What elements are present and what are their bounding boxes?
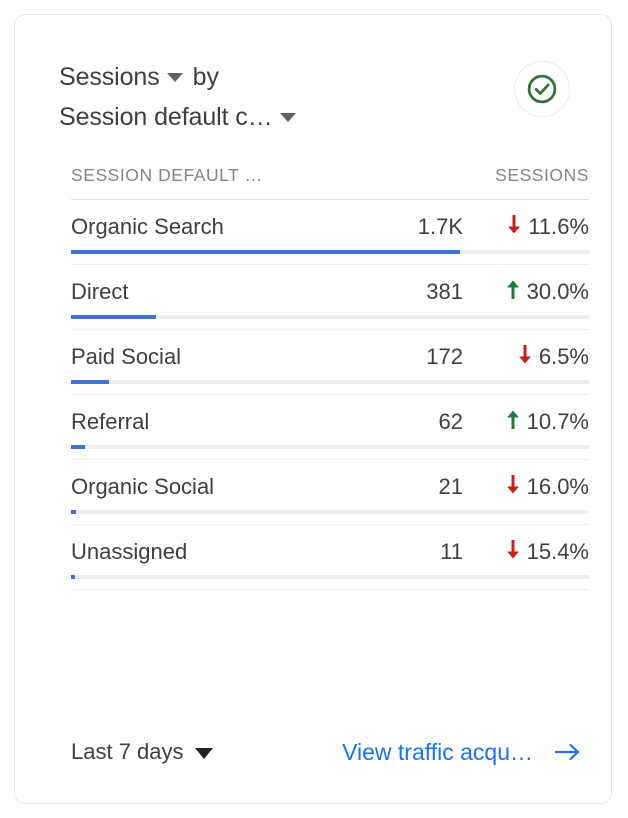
table-row[interactable]: Organic Search 1.7K 11.6% bbox=[71, 200, 589, 265]
metric-selector-label[interactable]: Sessions bbox=[59, 63, 160, 91]
row-dimension-label: Referral bbox=[71, 408, 150, 434]
row-sessions-value: 381 bbox=[426, 278, 463, 304]
column-header-dimension[interactable]: SESSION DEFAULT … bbox=[71, 165, 495, 186]
chevron-down-icon[interactable] bbox=[166, 72, 183, 82]
chevron-down-icon bbox=[194, 747, 213, 759]
table-row-main: Organic Search 1.7K 11.6% bbox=[71, 200, 589, 250]
arrow-down-icon bbox=[518, 344, 532, 369]
check-circle-icon bbox=[527, 74, 557, 104]
row-delta-value: 10.7% bbox=[526, 408, 589, 434]
table-row-main: Organic Social 21 16.0% bbox=[71, 460, 589, 510]
row-delta: 10.7% bbox=[463, 409, 589, 435]
row-dimension-label: Organic Social bbox=[71, 473, 215, 499]
row-bar-track bbox=[71, 510, 589, 514]
table-row[interactable]: Organic Social 21 16.0% bbox=[71, 460, 589, 525]
row-sessions-value: 21 bbox=[438, 473, 463, 499]
row-delta-value: 30.0% bbox=[526, 278, 589, 304]
status-badge[interactable] bbox=[514, 61, 570, 117]
row-bar-fill bbox=[71, 250, 460, 254]
row-sessions-value: 11 bbox=[440, 538, 463, 564]
arrow-up-icon bbox=[506, 279, 520, 304]
row-delta: 6.5% bbox=[463, 344, 589, 370]
card-footer: Last 7 days View traffic acqu… bbox=[71, 733, 583, 771]
row-bar-track bbox=[71, 380, 589, 384]
row-bar-fill bbox=[71, 380, 110, 384]
row-delta: 30.0% bbox=[463, 279, 589, 305]
table-row-main: Paid Social 172 6.5% bbox=[71, 330, 589, 380]
sessions-by-channel-card: Sessions by Session default c… SESSION DE… bbox=[14, 14, 612, 804]
row-bar-fill bbox=[71, 445, 85, 449]
table-row-main: Unassigned 11 15.4% bbox=[71, 525, 589, 575]
row-bar-fill bbox=[71, 575, 75, 579]
arrow-down-icon bbox=[506, 539, 520, 564]
arrow-right-icon bbox=[553, 740, 583, 764]
arrow-up-icon bbox=[506, 409, 520, 434]
date-range-selector[interactable]: Last 7 days bbox=[71, 739, 213, 765]
row-dimension-label: Direct bbox=[71, 278, 129, 304]
card-title-line-dimension: Session default c… bbox=[59, 97, 479, 137]
arrow-down-icon bbox=[506, 474, 520, 499]
table-row[interactable]: Referral 62 10.7% bbox=[71, 395, 589, 460]
row-bar-track bbox=[71, 315, 589, 319]
view-traffic-acquisition-link[interactable]: View traffic acqu… bbox=[342, 739, 583, 766]
table-row[interactable]: Paid Social 172 6.5% bbox=[71, 330, 589, 395]
by-label: by bbox=[192, 63, 219, 91]
date-range-label: Last 7 days bbox=[71, 739, 184, 764]
row-delta: 16.0% bbox=[463, 474, 589, 500]
column-header-sessions[interactable]: SESSIONS bbox=[495, 165, 589, 186]
row-delta-value: 15.4% bbox=[526, 538, 589, 564]
row-bar-fill bbox=[71, 315, 156, 319]
table-row[interactable]: Direct 381 30.0% bbox=[71, 265, 589, 330]
channel-table: SESSION DEFAULT … SESSIONS Organic Searc… bbox=[71, 165, 589, 590]
row-dimension-label: Organic Search bbox=[71, 213, 224, 239]
row-sessions-value: 62 bbox=[438, 408, 463, 434]
row-bar-fill bbox=[71, 510, 76, 514]
row-delta-value: 6.5% bbox=[538, 343, 589, 369]
row-delta: 11.6% bbox=[463, 214, 589, 240]
table-row[interactable]: Unassigned 11 15.4% bbox=[71, 525, 589, 590]
arrow-down-icon bbox=[507, 214, 521, 239]
table-row-main: Direct 381 30.0% bbox=[71, 265, 589, 315]
card-header: Sessions by Session default c… bbox=[59, 57, 583, 137]
table-body: Organic Search 1.7K 11.6% Direct 381 30.0% Pai… bbox=[71, 200, 589, 590]
row-bar-track bbox=[71, 575, 589, 579]
row-delta: 15.4% bbox=[463, 539, 589, 565]
table-row-main: Referral 62 10.7% bbox=[71, 395, 589, 445]
row-sessions-value: 1.7K bbox=[417, 213, 463, 239]
cta-label: View traffic acqu… bbox=[342, 738, 533, 765]
row-dimension-label: Unassigned bbox=[71, 538, 188, 564]
row-bar-track bbox=[71, 250, 589, 254]
dimension-selector-label[interactable]: Session default c… bbox=[59, 103, 273, 131]
row-delta-value: 16.0% bbox=[526, 473, 589, 499]
row-delta-value: 11.6% bbox=[528, 213, 589, 239]
row-bar-track bbox=[71, 445, 589, 449]
card-title: Sessions by Session default c… bbox=[59, 57, 479, 137]
chevron-down-icon[interactable] bbox=[279, 112, 296, 122]
row-dimension-label: Paid Social bbox=[71, 343, 182, 369]
row-sessions-value: 172 bbox=[426, 343, 463, 369]
card-title-line-metric: Sessions by bbox=[59, 57, 479, 97]
table-header-row: SESSION DEFAULT … SESSIONS bbox=[71, 165, 589, 200]
